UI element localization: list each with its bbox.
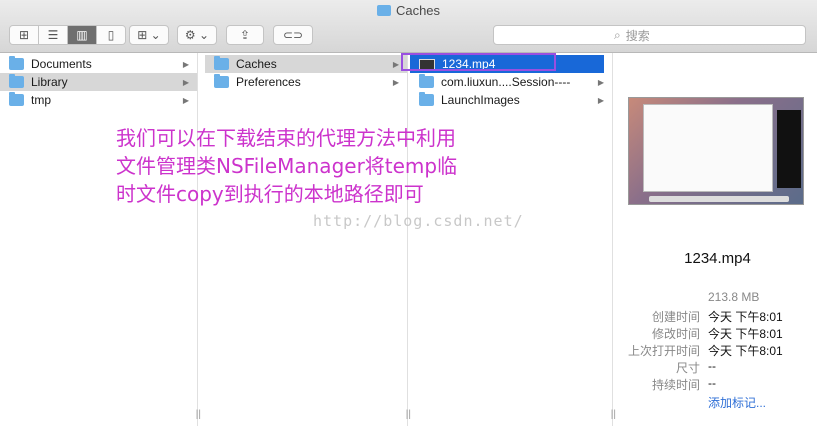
column-resize-handle[interactable]: || bbox=[611, 409, 616, 420]
info-row-dimensions: 尺寸 -- bbox=[675, 359, 716, 375]
column-item-preferences[interactable]: Preferences ▶ bbox=[205, 73, 407, 91]
folder-icon bbox=[419, 92, 434, 106]
arrange-button[interactable]: ⊞ ⌄ bbox=[129, 25, 169, 45]
column-view-button[interactable]: ▥ bbox=[68, 26, 97, 44]
selection-highlight-box bbox=[401, 53, 556, 71]
file-size: 213.8 MB bbox=[708, 290, 760, 304]
disclosure-arrow-icon: ▶ bbox=[597, 95, 604, 105]
column-item-tmp[interactable]: tmp ▶ bbox=[0, 91, 197, 109]
info-row-duration: 持续时间 -- bbox=[651, 376, 716, 392]
disclosure-arrow-icon: ▶ bbox=[392, 77, 399, 87]
column-item-launchimages[interactable]: LaunchImages ▶ bbox=[410, 91, 612, 109]
action-gear-button[interactable]: ⚙ ⌄ bbox=[177, 25, 217, 45]
edit-tags-button[interactable]: ⊂⊃ bbox=[273, 25, 313, 45]
column-item-caches[interactable]: Caches ▶ bbox=[205, 55, 407, 73]
add-tags-link[interactable]: 添加标记... bbox=[708, 394, 766, 411]
folder-icon bbox=[214, 56, 229, 70]
folder-icon bbox=[376, 5, 391, 16]
folder-icon bbox=[214, 74, 229, 88]
preview-file-name: 1234.mp4 bbox=[684, 250, 751, 267]
browser-column-1[interactable]: Documents ▶ Library ▶ tmp ▶ || bbox=[0, 53, 201, 426]
view-mode-control[interactable]: ⊞ ☰ ▥ ▯ bbox=[9, 25, 126, 45]
annotation-text: 我们可以在下载结束的代理方法中利用 文件管理类NSFileManager将tem… bbox=[116, 126, 458, 206]
info-row-modified: 修改时间 今天 下午8:01 bbox=[651, 327, 783, 341]
video-thumbnail bbox=[628, 97, 804, 205]
column-item-documents[interactable]: Documents ▶ bbox=[0, 55, 197, 73]
column-resize-handle[interactable]: || bbox=[196, 409, 201, 420]
icon-view-button[interactable]: ⊞ bbox=[10, 26, 39, 44]
browser-column-3[interactable]: 1234.mp4 com.liuxun....Session---- ▶ Lau… bbox=[410, 53, 616, 426]
disclosure-arrow-icon: ▶ bbox=[182, 59, 189, 69]
folder-icon bbox=[9, 74, 24, 88]
search-placeholder: 搜索 bbox=[625, 28, 650, 43]
column-item-session-folder[interactable]: com.liuxun....Session---- ▶ bbox=[410, 73, 612, 91]
search-field[interactable]: ⌕ 搜索 bbox=[493, 25, 806, 45]
coverflow-view-button[interactable]: ▯ bbox=[97, 26, 125, 44]
folder-icon bbox=[9, 56, 24, 70]
folder-icon bbox=[419, 74, 434, 88]
window-title: Caches bbox=[0, 3, 817, 18]
folder-icon bbox=[9, 92, 24, 106]
disclosure-arrow-icon: ▶ bbox=[182, 77, 189, 87]
list-view-button[interactable]: ☰ bbox=[39, 26, 68, 44]
share-button[interactable]: ⇪ bbox=[226, 25, 264, 45]
disclosure-arrow-icon: ▶ bbox=[182, 95, 189, 105]
disclosure-arrow-icon: ▶ bbox=[597, 77, 604, 87]
watermark-text: http://blog.csdn.net/ bbox=[313, 212, 524, 230]
info-row-last-opened: 上次打开时间 今天 下午8:01 bbox=[627, 344, 783, 358]
window-titlebar: Caches ⊞ ☰ ▥ ▯ ⊞ ⌄ ⚙ ⌄ ⇪ ⊂⊃ ⌕ 搜索 bbox=[0, 0, 817, 53]
column-item-library[interactable]: Library ▶ bbox=[0, 73, 197, 91]
info-row-created: 创建时间 今天 下午8:01 bbox=[651, 310, 783, 324]
disclosure-arrow-icon: ▶ bbox=[392, 59, 399, 69]
browser-column-2[interactable]: Caches ▶ Preferences ▶ || bbox=[205, 53, 411, 426]
search-icon: ⌕ bbox=[614, 27, 621, 42]
